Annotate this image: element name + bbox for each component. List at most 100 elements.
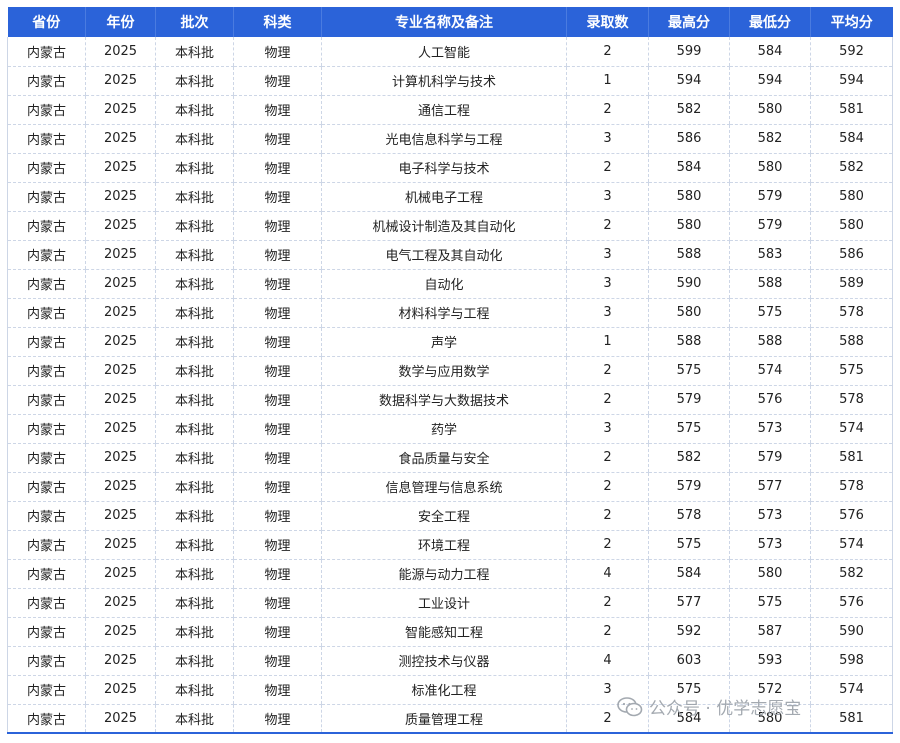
cell-province: 内蒙古 <box>7 472 86 502</box>
cell-province: 内蒙古 <box>7 269 86 299</box>
cell-year: 2025 <box>85 646 156 676</box>
cell-batch: 本科批 <box>155 124 234 154</box>
table-row: 内蒙古 2025 本科批 物理 电子科学与技术 2 584 580 582 <box>7 153 893 183</box>
cell-avg-score: 588 <box>810 327 893 357</box>
cell-major: 药学 <box>321 414 567 444</box>
cell-year: 2025 <box>85 588 156 618</box>
cell-year: 2025 <box>85 356 156 386</box>
cell-province: 内蒙古 <box>7 240 86 270</box>
cell-admitted-count: 2 <box>566 385 649 415</box>
cell-province: 内蒙古 <box>7 327 86 357</box>
cell-subject: 物理 <box>233 269 322 299</box>
cell-major: 自动化 <box>321 269 567 299</box>
cell-major: 材料科学与工程 <box>321 298 567 328</box>
cell-batch: 本科批 <box>155 298 234 328</box>
cell-batch: 本科批 <box>155 66 234 96</box>
cell-batch: 本科批 <box>155 327 234 357</box>
cell-province: 内蒙古 <box>7 211 86 241</box>
cell-min-score: 580 <box>729 559 811 589</box>
column-header: 最高分 <box>648 7 730 37</box>
cell-batch: 本科批 <box>155 675 234 705</box>
cell-max-score: 590 <box>648 269 730 299</box>
cell-avg-score: 578 <box>810 385 893 415</box>
cell-min-score: 580 <box>729 704 811 734</box>
cell-avg-score: 598 <box>810 646 893 676</box>
cell-province: 内蒙古 <box>7 124 86 154</box>
table-row: 内蒙古 2025 本科批 物理 声学 1 588 588 588 <box>7 327 893 357</box>
cell-min-score: 574 <box>729 356 811 386</box>
cell-admitted-count: 2 <box>566 153 649 183</box>
cell-batch: 本科批 <box>155 501 234 531</box>
cell-major: 声学 <box>321 327 567 357</box>
table-row: 内蒙古 2025 本科批 物理 材料科学与工程 3 580 575 578 <box>7 298 893 328</box>
cell-min-score: 573 <box>729 414 811 444</box>
cell-subject: 物理 <box>233 240 322 270</box>
cell-province: 内蒙古 <box>7 530 86 560</box>
cell-admitted-count: 1 <box>566 327 649 357</box>
cell-subject: 物理 <box>233 443 322 473</box>
cell-avg-score: 581 <box>810 704 893 734</box>
table-row: 内蒙古 2025 本科批 物理 标准化工程 3 575 572 574 <box>7 675 893 705</box>
cell-major: 电气工程及其自动化 <box>321 240 567 270</box>
cell-admitted-count: 3 <box>566 182 649 212</box>
cell-batch: 本科批 <box>155 385 234 415</box>
cell-max-score: 584 <box>648 704 730 734</box>
cell-major: 数学与应用数学 <box>321 356 567 386</box>
cell-major: 标准化工程 <box>321 675 567 705</box>
cell-major: 人工智能 <box>321 37 567 67</box>
cell-year: 2025 <box>85 443 156 473</box>
cell-min-score: 576 <box>729 385 811 415</box>
cell-major: 电子科学与技术 <box>321 153 567 183</box>
cell-subject: 物理 <box>233 559 322 589</box>
cell-subject: 物理 <box>233 675 322 705</box>
cell-province: 内蒙古 <box>7 559 86 589</box>
cell-avg-score: 589 <box>810 269 893 299</box>
cell-max-score: 575 <box>648 356 730 386</box>
cell-max-score: 582 <box>648 443 730 473</box>
cell-year: 2025 <box>85 269 156 299</box>
cell-province: 内蒙古 <box>7 646 86 676</box>
cell-avg-score: 578 <box>810 472 893 502</box>
cell-avg-score: 578 <box>810 298 893 328</box>
cell-major: 通信工程 <box>321 95 567 125</box>
cell-major: 机械电子工程 <box>321 182 567 212</box>
cell-province: 内蒙古 <box>7 182 86 212</box>
column-header: 平均分 <box>810 7 893 37</box>
cell-batch: 本科批 <box>155 414 234 444</box>
cell-avg-score: 580 <box>810 211 893 241</box>
cell-avg-score: 582 <box>810 153 893 183</box>
cell-major: 数据科学与大数据技术 <box>321 385 567 415</box>
cell-year: 2025 <box>85 414 156 444</box>
cell-avg-score: 581 <box>810 443 893 473</box>
cell-admitted-count: 4 <box>566 559 649 589</box>
cell-admitted-count: 4 <box>566 646 649 676</box>
cell-avg-score: 581 <box>810 95 893 125</box>
cell-max-score: 592 <box>648 617 730 647</box>
table-row: 内蒙古 2025 本科批 物理 质量管理工程 2 584 580 581 <box>7 704 893 734</box>
cell-admitted-count: 2 <box>566 443 649 473</box>
cell-batch: 本科批 <box>155 356 234 386</box>
cell-major: 质量管理工程 <box>321 704 567 734</box>
cell-avg-score: 580 <box>810 182 893 212</box>
column-header: 省份 <box>32 15 61 31</box>
table-row: 内蒙古 2025 本科批 物理 光电信息科学与工程 3 586 582 584 <box>7 124 893 154</box>
cell-year: 2025 <box>85 37 156 67</box>
cell-subject: 物理 <box>233 298 322 328</box>
cell-avg-score: 574 <box>810 675 893 705</box>
cell-year: 2025 <box>85 153 156 183</box>
cell-year: 2025 <box>85 559 156 589</box>
cell-subject: 物理 <box>233 37 322 67</box>
admission-scores-table: 省份 年份 批次 科类 专业名称及备注 录取数 最高分 最低分 平均分 内蒙古 2025 本科批 物理… <box>7 7 893 734</box>
cell-subject: 物理 <box>233 124 322 154</box>
cell-batch: 本科批 <box>155 443 234 473</box>
cell-subject: 物理 <box>233 95 322 125</box>
cell-subject: 物理 <box>233 182 322 212</box>
cell-max-score: 584 <box>648 153 730 183</box>
cell-year: 2025 <box>85 240 156 270</box>
cell-admitted-count: 2 <box>566 501 649 531</box>
table-row: 内蒙古 2025 本科批 物理 测控技术与仪器 4 603 593 598 <box>7 646 893 676</box>
cell-subject: 物理 <box>233 530 322 560</box>
cell-admitted-count: 2 <box>566 617 649 647</box>
cell-year: 2025 <box>85 66 156 96</box>
cell-province: 内蒙古 <box>7 298 86 328</box>
